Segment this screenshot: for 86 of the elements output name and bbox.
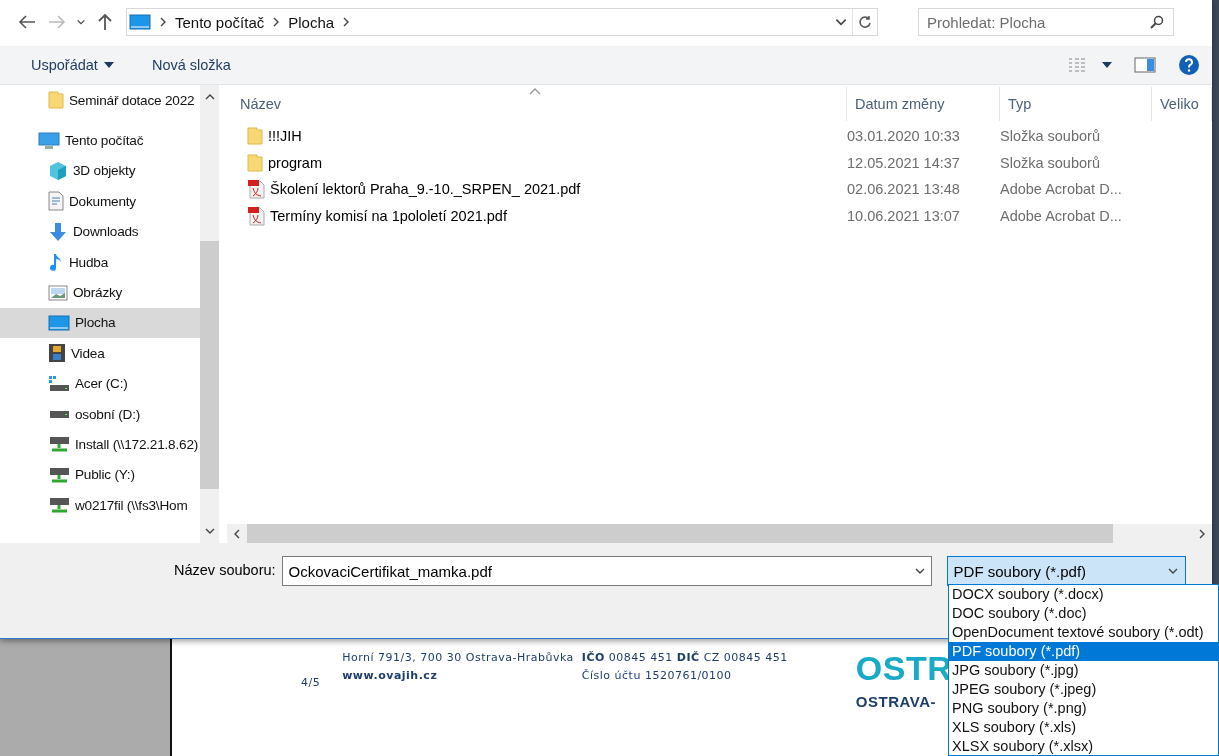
search-icon — [1150, 15, 1164, 29]
breadcrumb-item[interactable]: Plocha — [282, 13, 341, 31]
file-type: Složka souborů — [1000, 154, 1100, 171]
scrollbar[interactable] — [200, 85, 219, 543]
file-name[interactable]: Školení lektorů Praha_9.-10._SRPEN_ 2021.pdf — [270, 181, 581, 198]
breadcrumb-item[interactable]: Tento počítač — [169, 13, 271, 31]
file-date: 10.06.2021 13:07 — [847, 208, 960, 225]
dropdown-option[interactable]: OpenDocument textové soubory (*.odt) — [949, 623, 1218, 642]
sidebar-item[interactable]: w0217fil (\\fs3\Hom — [0, 490, 200, 521]
sidebar-item[interactable]: Install (\\172.21.8.62) — [0, 429, 200, 460]
field-label: Název souboru: — [174, 562, 276, 578]
file-type: Adobe Acrobat D... — [1000, 208, 1122, 225]
network-drive-icon — [48, 465, 70, 484]
sidebar-item[interactable]: osobní (D:) — [0, 398, 200, 430]
preview-pane-icon[interactable] — [1134, 57, 1156, 73]
file-date: 03.01.2020 10:33 — [847, 128, 960, 145]
drive-icon — [48, 409, 70, 420]
network-drive-icon — [48, 496, 70, 515]
document-icon — [48, 191, 64, 212]
company-ids: IČO 00845 451 DIČ CZ 00845 451 — [581, 651, 788, 664]
caret-icon — [103, 62, 114, 68]
drive-icon — [48, 374, 70, 393]
file-date: 12.05.2021 14:37 — [847, 154, 960, 171]
file-name[interactable]: program — [268, 154, 322, 171]
dropdown-option[interactable]: XLS soubory (*.xls) — [949, 718, 1218, 737]
desktop-icon — [48, 314, 70, 331]
file-name-field[interactable]: OckovaciCertifikat_mamka.pdf — [281, 556, 932, 586]
column-header[interactable]: Typ — [1000, 87, 1152, 121]
desktop-icon — [129, 14, 151, 30]
pdf-file-icon — [247, 206, 265, 227]
sidebar-item[interactable]: Plocha — [0, 307, 200, 339]
search-field[interactable]: Prohledat: Plocha — [918, 8, 1174, 36]
view-options-button[interactable] — [1068, 57, 1112, 73]
sidebar-item[interactable]: Hudba — [0, 246, 200, 278]
chevron-down-icon — [76, 17, 86, 27]
new-folder-button[interactable]: Nová složka — [151, 57, 231, 73]
scrollbar[interactable] — [227, 524, 1212, 543]
address-bar[interactable]: Tento počítač Plocha — [126, 8, 878, 36]
help-icon[interactable] — [1178, 54, 1200, 76]
computer-icon — [38, 131, 60, 150]
caret-icon — [1102, 62, 1112, 68]
file-type: Adobe Acrobat D... — [1000, 181, 1122, 198]
down-arrow-icon — [48, 221, 68, 242]
film-icon — [48, 343, 66, 364]
sidebar-item[interactable]: Seminář dotace 2022 — [0, 85, 200, 116]
column-header[interactable]: Datum změny — [847, 87, 1000, 121]
sidebar-item[interactable]: Videa — [0, 338, 200, 369]
dropdown-option[interactable]: PNG soubory (*.png) — [949, 699, 1218, 718]
sidebar-item[interactable]: Acer (C:) — [0, 368, 200, 399]
picture-icon — [48, 284, 68, 301]
sidebar-item[interactable]: Dokumenty — [0, 186, 200, 217]
sidebar-item[interactable]: Public (Y:) — [0, 459, 200, 491]
file-type: Složka souborů — [1000, 128, 1100, 145]
folder-icon — [48, 91, 64, 110]
up-arrow-icon — [97, 13, 113, 31]
network-drive-icon — [48, 435, 70, 454]
sidebar-item[interactable]: Downloads — [0, 216, 200, 247]
dropdown-option[interactable]: XLSX soubory (*.xlsx) — [949, 737, 1218, 756]
organize-button[interactable]: Uspořádat — [31, 57, 114, 73]
folder-icon — [247, 127, 263, 146]
file-type-dropdown[interactable]: PDF soubory (*.pdf) — [946, 556, 1186, 586]
dropdown-option[interactable]: JPG soubory (*.jpg) — [949, 661, 1218, 680]
pdf-file-icon — [247, 179, 265, 200]
website-link[interactable]: www.ovajih.cz — [342, 669, 574, 682]
dropdown-option[interactable]: DOC soubory (*.doc) — [949, 604, 1218, 623]
page-number: 4/5 — [301, 676, 321, 691]
column-header[interactable]: Veliko — [1152, 87, 1212, 121]
sidebar-item[interactable]: Tento počítač — [0, 125, 200, 156]
left-arrow-icon — [18, 15, 36, 29]
account-number: Číslo účtu 1520761/0100 — [581, 669, 733, 682]
sidebar-item[interactable]: 3D objekty — [0, 155, 200, 187]
dropdown-option[interactable]: DOCX soubory (*.docx) — [949, 585, 1218, 604]
refresh-icon — [858, 15, 872, 29]
dropdown-option[interactable]: JPEG soubory (*.jpeg) — [949, 680, 1218, 699]
file-date: 02.06.2021 13:48 — [847, 181, 960, 198]
address-text: Horní 791/3, 700 30 Ostrava-Hrabůvka — [342, 651, 574, 664]
folder-icon — [247, 153, 263, 172]
logo-subtitle: OSTRAVA- — [855, 693, 937, 710]
right-arrow-icon — [48, 15, 66, 29]
music-note-icon — [48, 252, 64, 273]
dropdown-option[interactable]: PDF soubory (*.pdf) — [949, 642, 1218, 661]
sidebar-item[interactable]: Obrázky — [0, 277, 200, 308]
file-name[interactable]: Termíny komisí na 1pololetí 2021.pdf — [270, 208, 507, 225]
column-header[interactable]: Název — [227, 87, 847, 121]
cube-icon — [48, 160, 68, 181]
file-name[interactable]: !!!JIH — [268, 128, 302, 145]
